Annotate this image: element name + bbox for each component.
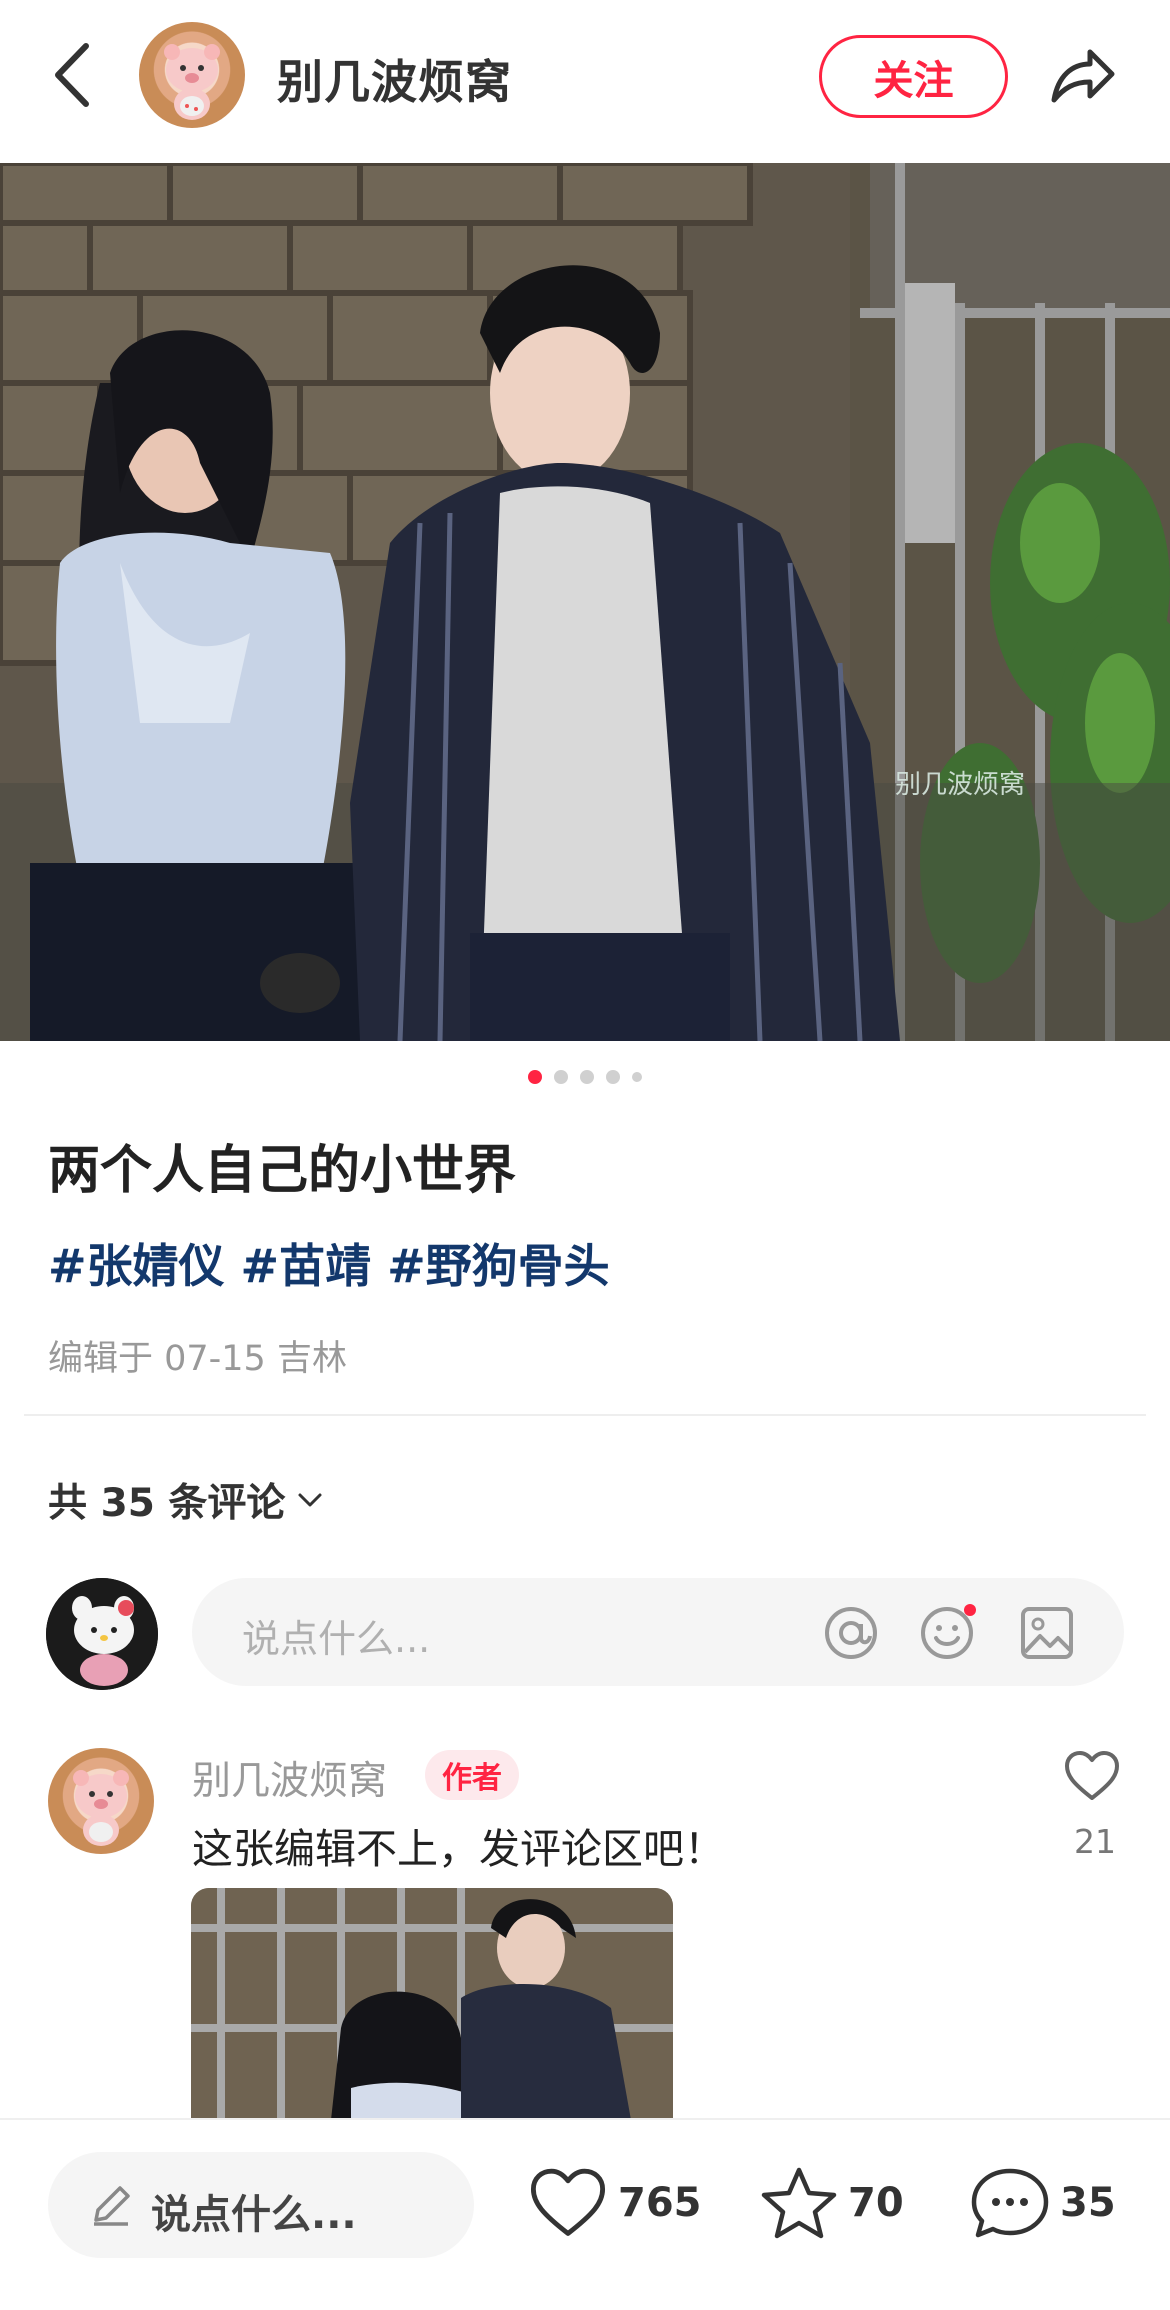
edit-info: 编辑于 07-15 吉林 xyxy=(48,1339,347,1379)
author-badge: 作者 xyxy=(425,1750,519,1800)
heart-icon[interactable] xyxy=(1064,1750,1120,1802)
commenter-name[interactable]: 别几波烦窝 xyxy=(192,1750,387,1806)
top-bar: 别几波烦窝 关注 xyxy=(0,0,1170,163)
chevron-down-icon xyxy=(298,1493,322,1507)
like-count: 765 xyxy=(618,2180,702,2226)
photo-watermark: 别几波烦窝 xyxy=(895,770,1025,800)
back-arrow-icon[interactable] xyxy=(48,40,98,110)
post-title: 两个人自己的小世界 xyxy=(48,1141,517,1201)
comment-icon xyxy=(971,2168,1049,2238)
like-button[interactable]: 765 xyxy=(528,2158,702,2248)
comment-input[interactable]: 说点什么... xyxy=(192,1578,1124,1686)
carousel-dot xyxy=(580,1070,594,1084)
star-count: 70 xyxy=(848,2180,904,2226)
tag-link[interactable]: #张婧仪 xyxy=(48,1230,225,1296)
post-image[interactable]: 别几波烦窝 xyxy=(0,163,1170,1041)
carousel-dot xyxy=(528,1070,542,1084)
tag-link[interactable]: #野狗骨头 xyxy=(387,1230,610,1296)
comment-count-label: 共 35 条评论 xyxy=(48,1481,286,1526)
bottom-comment-input[interactable]: 说点什么... xyxy=(48,2152,474,2258)
carousel-indicator xyxy=(0,1070,1170,1086)
carousel-dot xyxy=(632,1072,642,1082)
bottom-input-placeholder: 说点什么... xyxy=(151,2192,357,2238)
share-icon[interactable] xyxy=(1048,42,1118,106)
bottom-action-bar: 说点什么... 765 70 35 xyxy=(0,2118,1170,2310)
comment-button[interactable]: 35 xyxy=(970,2158,1116,2248)
follow-button[interactable]: 关注 xyxy=(819,35,1008,118)
comment-total: 35 xyxy=(1060,2180,1116,2226)
commenter-avatar[interactable] xyxy=(48,1748,154,1854)
comment-image[interactable] xyxy=(191,1888,673,2120)
tag-link[interactable]: #苗靖 xyxy=(241,1230,372,1296)
heart-icon xyxy=(530,2168,606,2236)
comment-like-count: 21 xyxy=(1074,1822,1116,1861)
author-avatar[interactable] xyxy=(139,22,245,128)
my-avatar[interactable] xyxy=(46,1578,158,1690)
comment-count[interactable]: 共 35 条评论 xyxy=(48,1472,325,1528)
comment-input-placeholder: 说点什么... xyxy=(242,1617,431,1661)
carousel-dot xyxy=(554,1070,568,1084)
at-icon[interactable] xyxy=(822,1604,880,1662)
divider xyxy=(24,1414,1146,1416)
carousel-dot xyxy=(606,1070,620,1084)
star-button[interactable]: 70 xyxy=(760,2158,904,2248)
emoji-icon[interactable] xyxy=(918,1604,976,1662)
pen-icon xyxy=(94,2186,130,2226)
tag-list: #张婧仪 #苗靖 #野狗骨头 xyxy=(48,1230,610,1296)
image-icon[interactable] xyxy=(1018,1604,1076,1662)
comment-text: 这张编辑不上，发评论区吧！ xyxy=(192,1825,725,1873)
author-name[interactable]: 别几波烦窝 xyxy=(277,46,512,112)
star-icon xyxy=(761,2167,837,2239)
